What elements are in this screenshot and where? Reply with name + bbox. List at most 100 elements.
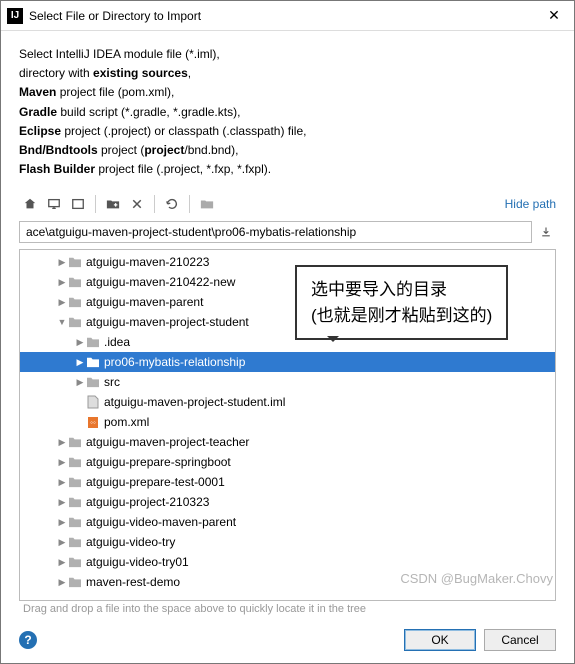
tree-node[interactable]: ▶ maven-rest-demo [20,572,555,592]
text: Flash Builder [19,162,95,176]
folder-icon [68,496,82,508]
tree-label: pom.xml [104,415,149,429]
folder-icon [86,336,100,348]
text: project [144,143,184,157]
expand-arrow-icon[interactable]: ▶ [56,477,68,488]
text: project file (.project, *.fxp, *.fxpl). [95,162,271,176]
expand-arrow-icon[interactable]: ▶ [56,437,68,448]
delete-icon[interactable] [126,193,148,215]
folder-icon [68,556,82,568]
folder-icon [68,536,82,548]
history-icon[interactable] [536,222,556,242]
ok-button[interactable]: OK [404,629,476,651]
folder-icon [86,376,100,388]
refresh-icon[interactable] [161,193,183,215]
toolbar [19,193,505,215]
tree-node[interactable]: atguigu-maven-project-student.iml [20,392,555,412]
separator [154,195,155,213]
text: Gradle [19,105,57,119]
folder-icon [68,476,82,488]
expand-arrow-icon[interactable]: ▶ [56,297,68,308]
tree-node[interactable]: ▶ atguigu-prepare-springboot [20,452,555,472]
expand-arrow-icon[interactable]: ▶ [56,577,68,588]
button-row: ? OK Cancel [1,621,574,663]
toolbar-row: Hide path [1,189,574,219]
hint-text: Drag and drop a file into the space abov… [1,601,574,621]
tree-node[interactable]: ◦◦ pom.xml [20,412,555,432]
expand-arrow-icon[interactable]: ▶ [56,257,68,268]
text: /bnd.bnd), [184,143,238,157]
folder-icon [68,436,82,448]
text: project ( [98,143,145,157]
expand-arrow-icon[interactable]: ▼ [56,317,68,327]
text: Eclipse [19,124,61,138]
cancel-button[interactable]: Cancel [484,629,556,651]
tree-label: maven-rest-demo [86,575,180,589]
hide-path-link[interactable]: Hide path [505,197,556,211]
annotation-line: 选中要导入的目录 [311,277,492,303]
separator [189,195,190,213]
dialog-title: Select File or Directory to Import [29,9,534,23]
close-button[interactable]: ✕ [534,1,574,30]
tree-label: atguigu-maven-parent [86,295,203,309]
tree-node[interactable]: ▶ atguigu-project-210323 [20,492,555,512]
desktop-icon[interactable] [43,193,65,215]
folder-icon [68,316,82,328]
folder-icon [68,296,82,308]
tree-node[interactable]: ▶atguigu-prepare-test-0001 [20,472,555,492]
text: build script (*.gradle, *.gradle.kts), [57,105,240,119]
text: project (.project) or classpath (.classp… [61,124,306,138]
help-icon[interactable]: ? [19,631,37,649]
folder-icon [86,356,100,368]
tree-label: atguigu-video-try [86,535,175,549]
tree-label: atguigu-maven-project-student [86,315,249,329]
tree-label: atguigu-prepare-springboot [86,455,231,469]
expand-arrow-icon[interactable]: ▶ [56,557,68,568]
folder-icon [68,276,82,288]
text: existing sources [93,66,188,80]
tree-label: atguigu-maven-210223 [86,255,209,269]
expand-arrow-icon[interactable]: ▶ [56,517,68,528]
expand-arrow-icon[interactable]: ▶ [74,337,86,348]
tree-label: atguigu-maven-project-teacher [86,435,249,449]
file-icon: ◦◦ [86,415,100,429]
path-input[interactable] [19,221,532,243]
path-row [1,219,574,249]
expand-arrow-icon[interactable]: ▶ [56,497,68,508]
expand-arrow-icon[interactable]: ▶ [56,457,68,468]
text: project file (pom.xml), [56,85,174,99]
text: Bnd/Bndtools [19,143,98,157]
expand-arrow-icon[interactable]: ▶ [56,277,68,288]
tree-node[interactable]: ▶ atguigu-maven-project-teacher [20,432,555,452]
text: directory with [19,66,93,80]
instructions: Select IntelliJ IDEA module file (*.iml)… [1,31,574,189]
tree-label: src [104,375,120,389]
tree-label: atguigu-video-try01 [86,555,189,569]
titlebar: IJ Select File or Directory to Import ✕ [1,1,574,31]
app-icon: IJ [7,8,23,24]
new-folder-icon[interactable] [102,193,124,215]
tree-node[interactable]: ▶ atguigu-video-try [20,532,555,552]
folder-icon [68,256,82,268]
annotation-line: (也就是刚才粘贴到这的) [311,303,492,329]
tree-node-selected[interactable]: ▶ pro06-mybatis-relationship [20,352,555,372]
expand-arrow-icon[interactable]: ▶ [56,537,68,548]
tree-label: atguigu-maven-project-student.iml [104,395,285,409]
folder-icon [68,576,82,588]
tree-node[interactable]: ▶ atguigu-video-try01 [20,552,555,572]
text: Select IntelliJ IDEA module file (*.iml)… [19,47,220,61]
tree-node[interactable]: ▶ src [20,372,555,392]
expand-arrow-icon[interactable]: ▶ [74,377,86,388]
separator [95,195,96,213]
home-icon[interactable] [19,193,41,215]
tree-label: atguigu-project-210323 [86,495,209,509]
project-icon[interactable] [67,193,89,215]
tree-label: pro06-mybatis-relationship [104,355,245,369]
folder-icon [68,516,82,528]
tree-label: .idea [104,335,130,349]
text: Maven [19,85,56,99]
expand-arrow-icon[interactable]: ▶ [74,357,86,368]
tree-node[interactable]: ▶ atguigu-video-maven-parent [20,512,555,532]
show-hidden-icon[interactable] [196,193,218,215]
tree-label: atguigu-video-maven-parent [86,515,236,529]
